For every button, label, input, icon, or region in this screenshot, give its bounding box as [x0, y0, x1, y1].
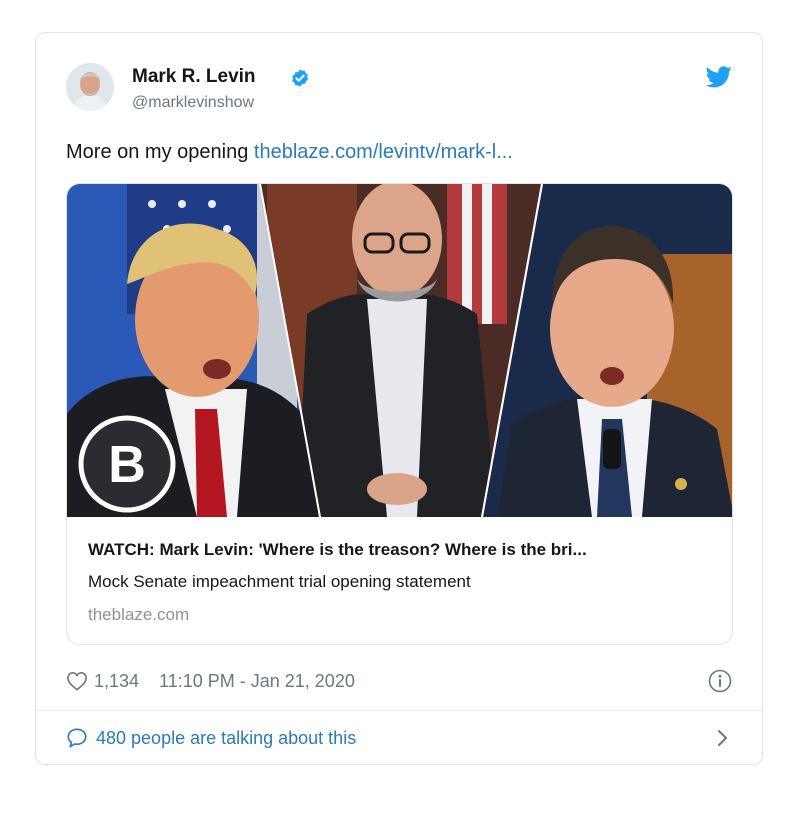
- tweet-link[interactable]: theblaze.com/levintv/mark-l...: [254, 141, 513, 163]
- card-title[interactable]: WATCH: Mark Levin: 'Where is the treason…: [88, 540, 587, 560]
- heart-icon[interactable]: [66, 671, 88, 691]
- card-description: Mock Senate impeachment trial opening st…: [88, 572, 471, 591]
- tweet-body: More on my opening: [66, 141, 254, 163]
- conversation-link[interactable]: 480 people are talking about this: [66, 726, 356, 750]
- author-name[interactable]: Mark R. Levin: [132, 66, 256, 88]
- conversation-count-text[interactable]: 480 people are talking about this: [96, 728, 356, 749]
- tweet-embed: Mark R. Levin @marklevinshow More on my …: [35, 32, 763, 765]
- card-thumbnail-image[interactable]: B: [67, 184, 733, 517]
- twitter-bird-icon[interactable]: [706, 66, 732, 88]
- link-card[interactable]: B WATCH: Mark Levin: 'Where is the treas…: [66, 183, 733, 645]
- like-count[interactable]: 1,134: [94, 671, 139, 692]
- chevron-right-icon[interactable]: [715, 728, 729, 748]
- tweet-meta-row: 1,134 11:10 PM - Jan 21, 2020: [66, 670, 355, 692]
- tweet-text: More on my opening theblaze.com/levintv/…: [66, 141, 513, 164]
- speech-bubble-icon: [67, 728, 87, 748]
- tweet-timestamp[interactable]: 11:10 PM - Jan 21, 2020: [159, 671, 355, 692]
- verified-badge-icon: [292, 69, 309, 87]
- author-handle[interactable]: @marklevinshow: [132, 94, 254, 112]
- divider: [36, 710, 762, 711]
- card-domain: theblaze.com: [88, 605, 190, 624]
- author-avatar[interactable]: [66, 63, 114, 111]
- svg-text:B: B: [108, 436, 146, 494]
- info-icon[interactable]: [708, 669, 732, 693]
